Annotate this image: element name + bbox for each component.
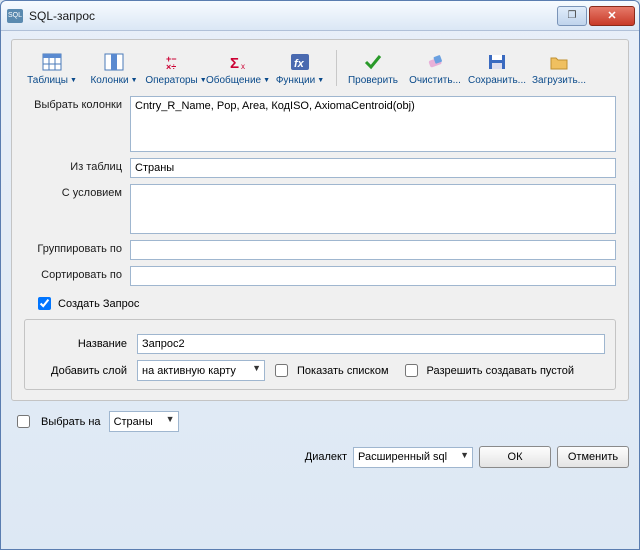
folder-open-icon xyxy=(548,52,570,72)
dropdown-arrow-icon: ▼ xyxy=(131,77,138,84)
functions-label: Функции xyxy=(276,75,315,86)
app-icon: SQL xyxy=(7,9,23,23)
dialect-label: Диалект xyxy=(305,451,347,463)
group-by-input[interactable] xyxy=(130,240,616,260)
where-label: С условием xyxy=(24,184,130,199)
name-label: Название xyxy=(35,338,131,350)
cancel-button[interactable]: Отменить xyxy=(557,446,629,468)
allow-empty-checkbox[interactable] xyxy=(405,364,418,377)
svg-text:×÷: ×÷ xyxy=(166,62,176,71)
dropdown-arrow-icon: ▼ xyxy=(263,77,270,84)
svg-text:Σ: Σ xyxy=(230,55,239,71)
select-columns-label: Выбрать колонки xyxy=(24,96,130,111)
dropdown-arrow-icon: ▼ xyxy=(70,77,77,84)
from-tables-input[interactable] xyxy=(130,158,616,178)
svg-text:fx: fx xyxy=(294,58,305,70)
save-label: Сохранить... xyxy=(468,75,526,86)
query-name-input[interactable] xyxy=(137,334,605,354)
add-layer-combo[interactable] xyxy=(137,360,265,381)
columns-label: Колонки xyxy=(90,75,128,86)
operators-dropdown[interactable]: +−×÷ Операторы▼ xyxy=(148,52,204,86)
group-by-label: Группировать по xyxy=(24,240,130,255)
toolbar: Таблицы▼ Колонки▼ +−×÷ Операторы▼ Σx Обо… xyxy=(24,50,616,86)
check-icon xyxy=(362,52,384,72)
dialect-combo[interactable] xyxy=(353,447,473,468)
show-list-label: Показать списком xyxy=(297,365,389,377)
ok-button[interactable]: ОК xyxy=(479,446,551,468)
clear-label: Очистить... xyxy=(409,75,461,86)
save-icon xyxy=(486,52,508,72)
close-button[interactable]: ✕ xyxy=(589,6,635,26)
show-list-checkbox[interactable] xyxy=(275,364,288,377)
where-input[interactable] xyxy=(130,184,616,234)
tables-dropdown[interactable]: Таблицы▼ xyxy=(24,52,80,86)
operators-label: Операторы xyxy=(145,75,197,86)
create-query-group: Название Добавить слой ▼ Показать списко… xyxy=(24,319,616,390)
add-layer-label: Добавить слой xyxy=(35,365,131,377)
tables-label: Таблицы xyxy=(27,75,68,86)
maximize-button[interactable]: ❐ xyxy=(557,6,587,26)
check-label: Проверить xyxy=(348,75,398,86)
clear-button[interactable]: Очистить... xyxy=(407,52,463,86)
aggregate-dropdown[interactable]: Σx Обобщение▼ xyxy=(210,52,266,86)
main-panel: Таблицы▼ Колонки▼ +−×÷ Операторы▼ Σx Обо… xyxy=(11,39,629,401)
sql-query-dialog: SQL SQL-запрос ❐ ✕ Таблицы▼ Колонки▼ +−×… xyxy=(0,0,640,550)
from-tables-label: Из таблиц xyxy=(24,158,130,173)
eraser-icon xyxy=(424,52,446,72)
allow-empty-label: Разрешить создавать пустой xyxy=(427,365,574,377)
svg-text:x: x xyxy=(241,62,245,71)
function-icon: fx xyxy=(289,52,311,72)
order-by-input[interactable] xyxy=(130,266,616,286)
load-button[interactable]: Загрузить... xyxy=(531,52,587,86)
select-on-checkbox[interactable] xyxy=(17,415,30,428)
select-on-combo[interactable] xyxy=(109,411,179,432)
table-icon xyxy=(41,52,63,72)
save-button[interactable]: Сохранить... xyxy=(469,52,525,86)
select-on-label: Выбрать на xyxy=(41,416,101,428)
load-label: Загрузить... xyxy=(532,75,586,86)
columns-icon xyxy=(103,52,125,72)
create-query-label: Создать Запрос xyxy=(58,298,139,310)
dropdown-arrow-icon: ▼ xyxy=(317,77,324,84)
sigma-icon: Σx xyxy=(227,52,249,72)
window-title: SQL-запрос xyxy=(29,9,557,23)
select-columns-input[interactable] xyxy=(130,96,616,152)
operators-icon: +−×÷ xyxy=(165,52,187,72)
columns-dropdown[interactable]: Колонки▼ xyxy=(86,52,142,86)
functions-dropdown[interactable]: fx Функции▼ xyxy=(272,52,328,86)
check-button[interactable]: Проверить xyxy=(345,52,401,86)
titlebar[interactable]: SQL SQL-запрос ❐ ✕ xyxy=(1,1,639,31)
order-by-label: Сортировать по xyxy=(24,266,130,281)
create-query-checkbox[interactable] xyxy=(38,297,51,310)
toolbar-separator xyxy=(336,50,337,86)
aggregate-label: Обобщение xyxy=(206,75,261,86)
